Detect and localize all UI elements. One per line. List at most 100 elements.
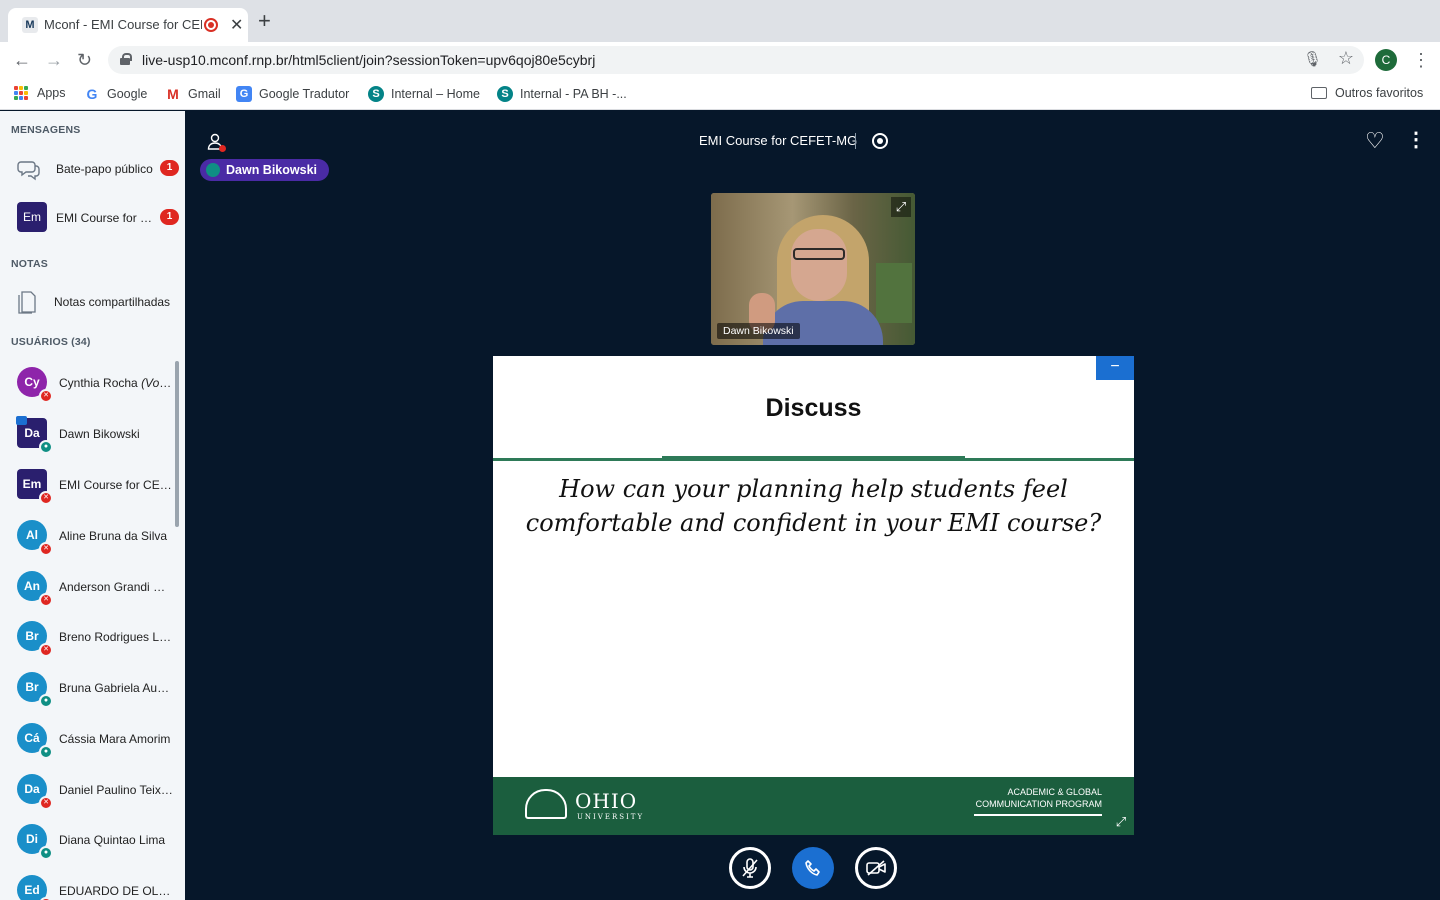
browser-menu-icon[interactable]: ⋮ — [1412, 50, 1430, 70]
user-list-item[interactable]: Da ✕ Daniel Paulino Teixeira — [0, 768, 178, 819]
translate-icon: G — [236, 86, 252, 102]
bookmark-label: Outros favoritos — [1335, 86, 1424, 100]
camera-off-icon — [866, 860, 886, 876]
user-name: Cássia Mara Amorim — [59, 732, 171, 746]
sharepoint-icon: S — [368, 86, 384, 102]
user-list-item[interactable]: Br ✕ Breno Rodrigues Lacerda — [0, 615, 178, 666]
fullscreen-icon[interactable]: ⤢ — [1112, 813, 1130, 831]
tab-close-icon[interactable]: ✕ — [230, 15, 243, 35]
muted-mic-icon: ✕ — [39, 389, 53, 403]
program-line-1: ACADEMIC & GLOBAL — [1007, 787, 1102, 797]
user-list-item[interactable]: Di ● Diana Quintao Lima — [0, 818, 178, 869]
user-list-item[interactable]: Em ✕ EMI Course for CEFET-MG — [0, 463, 178, 514]
phone-icon — [805, 860, 820, 876]
microphone-off-icon — [742, 858, 758, 878]
fullscreen-icon[interactable]: ⤢ — [891, 197, 911, 217]
bookmark-other-favorites[interactable]: Outros favoritos — [1311, 86, 1423, 100]
bookmark-internal-pa-bh[interactable]: S Internal - PA BH -... — [497, 86, 627, 102]
user-list-item[interactable]: Ed ✕ EDUARDO DE OLIVEIRA — [0, 869, 178, 900]
avatar: Em — [17, 202, 47, 232]
program-underline — [974, 814, 1102, 816]
user-list-item[interactable]: Br ● Bruna Gabriela Augusto — [0, 666, 178, 717]
user-list-item[interactable]: Cá ● Cássia Mara Amorim — [0, 717, 178, 768]
folder-icon — [1311, 87, 1327, 99]
muted-mic-icon: ✕ — [39, 796, 53, 810]
bookmark-label: Gmail — [188, 87, 221, 101]
options-menu-icon[interactable]: ⋮ — [1406, 130, 1426, 150]
recording-indicator-icon — [204, 18, 218, 32]
new-tab-button[interactable]: + — [258, 10, 271, 32]
title-divider — [855, 133, 856, 149]
unread-badge: 1 — [160, 160, 179, 176]
bookmark-gmail[interactable]: M Gmail — [165, 86, 221, 102]
toggle-userlist-button[interactable] — [207, 133, 226, 152]
user-name: Dawn Bikowski — [59, 427, 140, 441]
public-chat-item[interactable]: Bate-papo público 1 — [0, 147, 185, 191]
gmail-icon: M — [167, 86, 179, 102]
browser-tabstrip: M Mconf - EMI Course for CEFET-MG ✕ + — [0, 0, 1440, 42]
notes-section-title: NOTAS — [11, 258, 48, 270]
user-name: EDUARDO DE OLIVEIRA — [59, 884, 173, 898]
mconf-favicon-icon: M — [22, 17, 38, 33]
shared-notes-label: Notas compartilhadas — [54, 295, 171, 309]
slide-divider-accent — [662, 456, 965, 459]
user-list-item[interactable]: Al ✕ Aline Bruna da Silva — [0, 514, 178, 565]
ohio-university-seal-icon — [525, 789, 567, 819]
bookmark-apps[interactable]: Apps — [14, 86, 66, 100]
user-name: Cynthia Rocha (Você) — [59, 376, 173, 390]
slide-footer: OHIO UNIVERSITY ACADEMIC & GLOBAL COMMUN… — [493, 777, 1134, 835]
muted-mic-icon: ✕ — [39, 542, 53, 556]
meeting-title: EMI Course for CEFET-MG — [699, 133, 858, 148]
bookmark-google-tradutor[interactable]: G Google Tradutor — [236, 86, 349, 102]
program-name: ACADEMIC & GLOBAL COMMUNICATION PROGRAM — [976, 786, 1102, 810]
minimize-presentation-button[interactable]: − — [1096, 356, 1134, 380]
video-person-face — [791, 229, 847, 301]
heart-icon[interactable]: ♡ — [1365, 128, 1385, 154]
listen-only-icon: ● — [39, 745, 53, 759]
forward-button[interactable]: → — [45, 50, 63, 70]
bookmark-internal-home[interactable]: S Internal – Home — [368, 86, 480, 102]
unmute-button[interactable] — [729, 847, 771, 889]
presentation-slide[interactable]: − Discuss How can your planning help stu… — [493, 356, 1134, 835]
private-chat-item[interactable]: Em EMI Course for CEFET-MG 1 — [0, 196, 185, 240]
slide-question: How can your planning help students feel… — [525, 475, 1102, 537]
user-list-item[interactable]: An ✕ Anderson Grandi Pires — [0, 565, 178, 616]
slide-title: Discuss — [765, 394, 862, 422]
share-webcam-button[interactable] — [855, 847, 897, 889]
user-name: Aline Bruna da Silva — [59, 529, 168, 543]
user-list-scrollbar[interactable] — [175, 361, 179, 527]
user-name: EMI Course for CEFET-MG — [59, 478, 173, 492]
profile-avatar[interactable]: C — [1375, 49, 1397, 71]
talking-indicator[interactable]: Dawn Bikowski — [200, 159, 329, 181]
back-button[interactable]: ← — [13, 50, 31, 70]
user-list-item[interactable]: Da ● Dawn Bikowski — [0, 412, 178, 463]
url-text[interactable]: live-usp10.mconf.rnp.br/html5client/join… — [142, 52, 595, 68]
reload-button[interactable]: ↻ — [77, 50, 92, 70]
listen-only-icon: ● — [39, 694, 53, 708]
address-bar[interactable]: live-usp10.mconf.rnp.br/html5client/join… — [108, 46, 1364, 74]
muted-mic-icon: ✕ — [39, 593, 53, 607]
listen-only-icon: ● — [39, 440, 53, 454]
program-line-2: COMMUNICATION PROGRAM — [975, 799, 1102, 809]
muted-mic-icon: ✕ — [39, 491, 53, 505]
video-window — [876, 263, 912, 323]
chat-icon — [17, 161, 40, 181]
notes-icon — [18, 291, 36, 314]
leave-audio-button[interactable] — [792, 847, 834, 889]
recording-button[interactable] — [872, 133, 888, 149]
bookmark-label: Google — [107, 87, 148, 101]
notification-dot — [219, 145, 226, 152]
bookmark-label: Internal – Home — [391, 87, 480, 101]
user-name-text: Cynthia Rocha — [59, 376, 138, 390]
bookmarks-bar: Apps G Google M Gmail G Google Tradutor … — [0, 78, 1440, 110]
user-list-item[interactable]: Cy ✕ Cynthia Rocha (Você) — [0, 361, 178, 412]
bookmark-google[interactable]: G Google — [84, 86, 148, 102]
microphone-icon[interactable]: 🎙 — [1303, 50, 1322, 68]
bookmark-label: Internal - PA BH -... — [520, 87, 627, 101]
bookmark-label: Google Tradutor — [259, 87, 350, 101]
bookmark-star-icon[interactable]: ☆ — [1338, 48, 1354, 69]
microphone-icon — [206, 163, 220, 177]
shared-notes-item[interactable]: Notas compartilhadas — [0, 280, 185, 324]
browser-tab[interactable]: M Mconf - EMI Course for CEFET-MG ✕ — [8, 8, 248, 42]
webcam-video[interactable]: ⤢ Dawn Bikowski — [711, 193, 915, 345]
